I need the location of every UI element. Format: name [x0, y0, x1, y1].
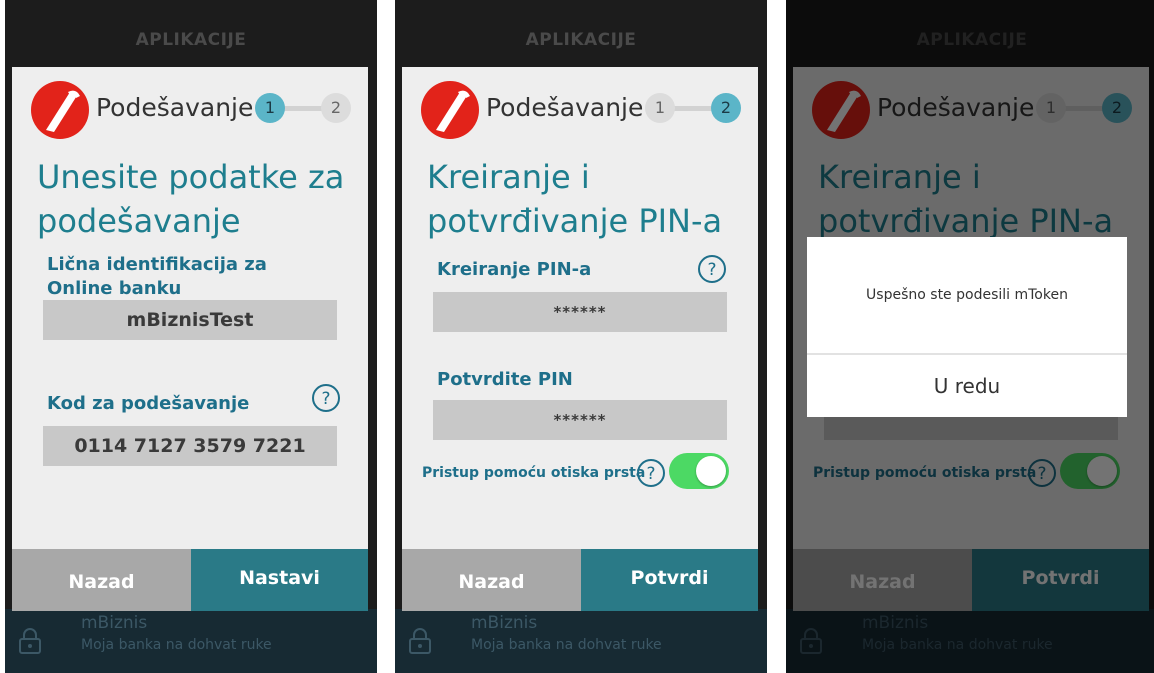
background-app-subtitle: Moja banka na dohvat ruke: [81, 637, 272, 653]
lock-icon: [19, 628, 41, 654]
step-indicator-2: 2: [711, 93, 741, 123]
continue-button[interactable]: Nastavi: [191, 549, 368, 611]
page-headline: Unesite podatke za podešavanje: [37, 158, 345, 240]
toggle-knob: [696, 456, 726, 486]
confirm-pin-input[interactable]: ******: [433, 400, 727, 440]
setup-code-input[interactable]: 0114 7127 3579 7221: [43, 426, 337, 466]
lock-icon: [409, 628, 431, 654]
create-pin-label: Kreiranje PIN-a: [437, 259, 592, 280]
dialog-button-bar: Nazad Nastavi: [12, 549, 368, 611]
phone-screen-setup-step-2: APLIKACIJE mBiznis Moja banka na dohvat …: [395, 0, 767, 673]
back-button[interactable]: Nazad: [12, 549, 191, 611]
success-alert-dialog: Uspešno ste podesili mToken U redu: [807, 237, 1127, 417]
phone-screen-setup-step-1: APLIKACIJE mBiznis Moja banka na dohvat …: [5, 0, 377, 673]
help-icon[interactable]: ?: [311, 383, 341, 413]
unicredit-logo-icon: [421, 81, 479, 139]
back-button[interactable]: Nazad: [402, 549, 581, 611]
dialog-header: Podešavanje 1 2: [12, 67, 368, 147]
svg-text:?: ?: [707, 260, 716, 280]
unicredit-logo-icon: [31, 81, 89, 139]
create-pin-input[interactable]: ******: [433, 292, 727, 332]
header-title: Podešavanje: [96, 93, 254, 122]
alert-message: Uspešno ste podesili mToken: [866, 287, 1068, 303]
help-icon[interactable]: ?: [697, 254, 727, 284]
background-footer: mBiznis Moja banka na dohvat ruke: [5, 609, 377, 673]
phone-screen-setup-success: APLIKACIJE mBiznis Moja banka na dohvat …: [786, 0, 1154, 673]
confirm-pin-label: Potvrdite PIN: [437, 369, 573, 390]
background-footer: mBiznis Moja banka na dohvat ruke: [395, 609, 767, 673]
step-indicator-2: 2: [321, 93, 351, 123]
background-app-name: mBiznis: [81, 613, 148, 633]
help-icon[interactable]: ?: [636, 458, 666, 488]
setup-dialog: Podešavanje 1 2 Unesite podatke za podeš…: [12, 67, 368, 611]
background-title: APLIKACIJE: [135, 30, 247, 50]
svg-text:?: ?: [646, 464, 655, 484]
ok-button[interactable]: U redu: [807, 355, 1127, 417]
id-field-label: Lična identifikacija za Online banku: [47, 254, 267, 299]
background-app-name: mBiznis: [471, 613, 538, 633]
dialog-header: Podešavanje 1 2: [402, 67, 758, 147]
background-app-subtitle: Moja banka na dohvat ruke: [471, 637, 662, 653]
setup-code-label: Kod za podešavanje: [47, 393, 250, 414]
page-headline: Kreiranje i potvrđivanje PIN-a: [427, 158, 723, 240]
step-indicator-1: 1: [645, 93, 675, 123]
fingerprint-label: Pristup pomoću otiska prsta: [422, 465, 646, 481]
confirm-button[interactable]: Potvrdi: [581, 549, 758, 611]
step-indicator-1: 1: [255, 93, 285, 123]
background-title: APLIKACIJE: [525, 30, 637, 50]
header-title: Podešavanje: [486, 93, 644, 122]
fingerprint-toggle[interactable]: [669, 453, 729, 489]
id-field-input[interactable]: mBiznisTest: [43, 300, 337, 340]
setup-dialog: Podešavanje 1 2 Kreiranje i potvrđivanje…: [402, 67, 758, 611]
dialog-button-bar: Nazad Potvrdi: [402, 549, 758, 611]
svg-text:?: ?: [321, 389, 330, 409]
